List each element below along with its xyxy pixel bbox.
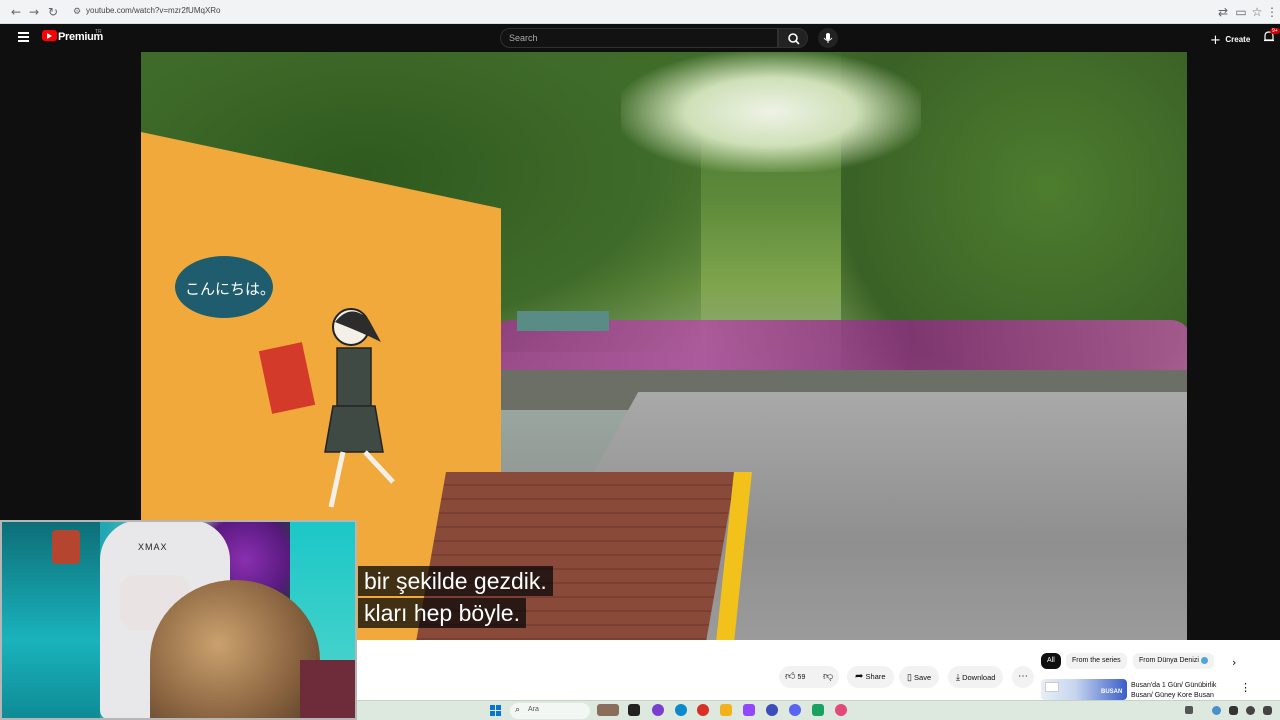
windows-start-icon[interactable] — [490, 705, 501, 716]
twitch-icon[interactable] — [743, 704, 755, 716]
search-input[interactable]: Search — [500, 28, 778, 48]
sky — [621, 52, 921, 172]
thumbs-down-icon: 👎︎ — [823, 671, 834, 682]
taskbar-search-text: Ara — [528, 706, 539, 713]
tray-app-icon[interactable] — [1212, 706, 1221, 715]
chip-all[interactable]: All — [1041, 653, 1061, 669]
chip-from-channel[interactable]: From Dünya Denizi — [1133, 653, 1214, 669]
save-label: Save — [914, 673, 932, 682]
taskbar-search[interactable]: ⌕ Ara — [510, 703, 590, 719]
share-label: Share — [865, 672, 886, 681]
chrome-profile-icon[interactable] — [835, 704, 847, 716]
plus-icon: + — [1210, 33, 1221, 48]
download-label: Download — [962, 673, 996, 682]
thumbnail-text: BUSAN — [1101, 689, 1123, 695]
share-button[interactable]: ➦ Share — [847, 666, 894, 688]
back-arrow-icon[interactable]: ← — [8, 4, 24, 20]
translate-icon[interactable]: ⇄ — [1215, 4, 1231, 20]
tray-app-icon[interactable] — [1229, 706, 1238, 715]
download-button[interactable]: ⤓ Download — [948, 666, 1004, 688]
edge-browser-icon[interactable] — [675, 704, 687, 716]
reload-icon[interactable]: ↻ — [45, 4, 61, 20]
thumbs-up-icon: 👍︎ — [785, 671, 796, 682]
notification-badge: 9+ — [1270, 28, 1280, 34]
more-horizontal-icon: ⋯ — [1018, 671, 1028, 682]
url-text[interactable]: youtube.com/watch?v=mzr2fUMqXRo — [86, 6, 221, 15]
chrome-icon[interactable] — [697, 704, 709, 716]
mural-girl — [324, 308, 395, 508]
download-icon: ⤓ — [956, 672, 960, 682]
forward-arrow-icon[interactable]: → — [26, 4, 42, 20]
create-label: Create — [1225, 35, 1251, 44]
app-icon[interactable] — [812, 704, 824, 716]
mic-icon — [823, 33, 833, 43]
search-icon — [788, 33, 800, 45]
notifications-button[interactable]: 9+ — [1263, 28, 1280, 44]
korea-flag-icon — [1045, 682, 1059, 692]
webcam-border — [0, 520, 357, 720]
speech-bubble-text: こんにちは。 — [185, 280, 276, 298]
app-icon[interactable] — [652, 704, 664, 716]
youtube-logo-icon[interactable] — [42, 30, 57, 41]
menu-icon[interactable] — [18, 32, 29, 42]
search-button[interactable] — [778, 28, 808, 48]
youtube-masthead: Premium TR Search + Create 9+ — [0, 24, 1280, 52]
widgets-icon[interactable] — [597, 704, 619, 716]
recommendation-thumbnail[interactable]: BUSAN — [1041, 679, 1127, 700]
discord-icon[interactable] — [789, 704, 801, 716]
recommendation-title[interactable]: Busan'da 1 Gün/ Günübirlik Busan/ Güney … — [1131, 681, 1236, 701]
subtitle-line: bir şekilde gezdik. — [358, 566, 553, 596]
webcam-overlay: XMAX — [0, 520, 357, 720]
subtitles: bir şekilde gezdik. kları hep böyle. — [358, 566, 553, 630]
tray-chevron-icon[interactable] — [1185, 706, 1193, 714]
browser-toolbar: ← → ↻ ⚙ youtube.com/watch?v=mzr2fUMqXRo … — [0, 0, 1280, 24]
cast-icon[interactable]: ▭ — [1233, 4, 1249, 20]
channel-avatar-icon — [1200, 656, 1208, 664]
like-button[interactable]: 👍︎ 59 — [785, 666, 805, 689]
like-dislike-group: 👍︎ 59 👎︎ — [779, 666, 839, 688]
like-count: 59 — [797, 674, 806, 681]
logo-country: TR — [95, 29, 102, 35]
volume-icon[interactable] — [1263, 706, 1272, 715]
more-vertical-icon[interactable]: ⋮ — [1240, 681, 1251, 694]
taskbar-search-icon: ⌕ — [515, 704, 521, 714]
search-placeholder: Search — [509, 33, 538, 43]
chip-from-channel-label: From Dünya Denizi — [1139, 657, 1199, 664]
task-view-icon[interactable] — [628, 704, 640, 716]
subtitle-line: kları hep böyle. — [358, 598, 526, 628]
extensions-icon[interactable]: ⋮ — [1264, 4, 1280, 20]
share-icon: ➦ — [855, 671, 864, 682]
create-button[interactable]: + Create — [1210, 31, 1251, 48]
address-bar[interactable]: ⚙ youtube.com/watch?v=mzr2fUMqXRo — [66, 3, 1216, 21]
park-sign — [517, 311, 609, 331]
dislike-button[interactable]: 👎︎ — [823, 666, 833, 688]
wifi-icon[interactable] — [1246, 706, 1255, 715]
file-explorer-icon[interactable] — [720, 704, 732, 716]
chevron-right-icon[interactable]: › — [1232, 656, 1236, 669]
save-button[interactable]: ▯ Save — [899, 666, 940, 688]
save-playlist-icon: ▯ — [907, 672, 912, 682]
app-icon[interactable] — [766, 704, 778, 716]
bookmark-star-icon[interactable]: ☆ — [1249, 4, 1265, 20]
site-info-icon[interactable]: ⚙ — [69, 4, 85, 20]
chip-from-the-series[interactable]: From the series — [1066, 653, 1127, 669]
voice-search-button[interactable] — [818, 28, 838, 48]
more-actions-button[interactable]: ⋯ — [1012, 666, 1034, 688]
